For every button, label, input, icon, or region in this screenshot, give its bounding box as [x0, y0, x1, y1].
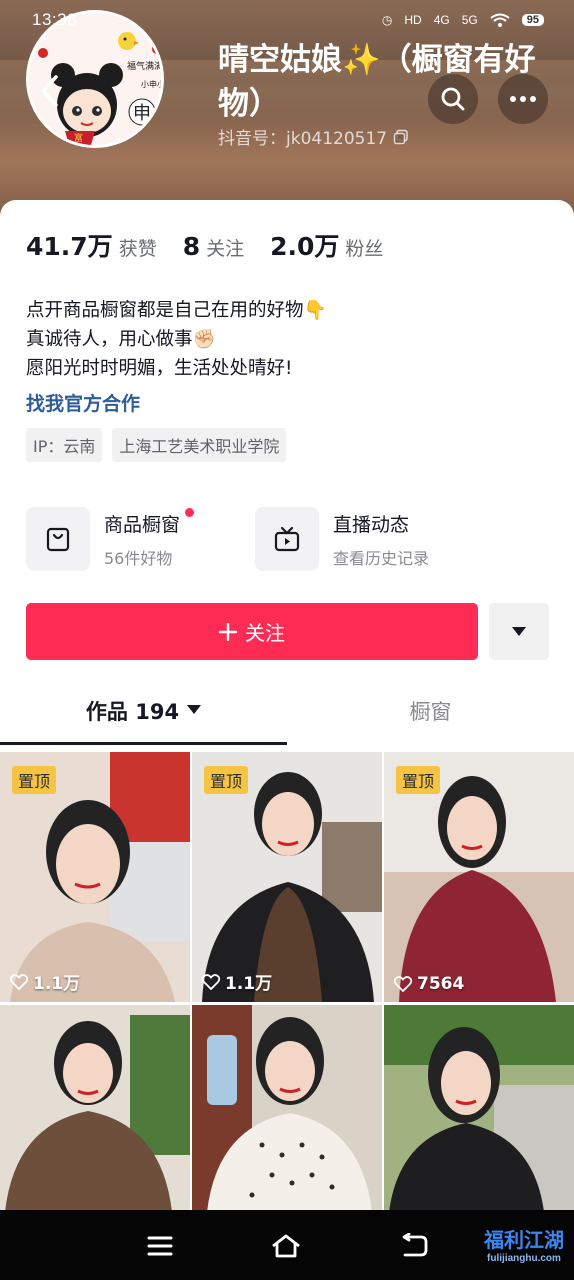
- avatar-caption-text: 福气满满: [127, 60, 161, 72]
- stat-label: 粉丝: [345, 238, 384, 260]
- alarm-icon: ◷: [381, 13, 393, 27]
- recommend-dropdown-button[interactable]: [489, 603, 549, 660]
- douyin-id: 抖音号：jk04120517: [218, 124, 409, 149]
- avatar-caption-text-2: 小申小申: [141, 79, 161, 89]
- stat-label: 获赞: [118, 238, 157, 260]
- feature-subtitle: 56件好物: [104, 548, 173, 568]
- video-tile[interactable]: [0, 1005, 190, 1212]
- stats-row: 41.7万 获赞 8 关注 2.0万 粉丝: [26, 227, 409, 263]
- video-grid: 置顶 1.1万 置顶 1.1万 置顶 7564: [0, 752, 574, 1212]
- heart-icon: [10, 973, 28, 990]
- pinned-badge: 置顶: [396, 766, 441, 794]
- school-tag[interactable]: 上海工艺美术职业学院: [112, 428, 287, 462]
- follow-label: 关注: [245, 621, 285, 645]
- watermark-url: fulijianghu.com: [487, 1253, 561, 1264]
- feature-text: 商品橱窗 56件好物: [104, 507, 195, 569]
- tv-icon: [274, 526, 300, 552]
- stat-following[interactable]: 8 关注: [183, 232, 244, 261]
- wifi-icon: [490, 13, 510, 27]
- active-tab-indicator: [0, 742, 287, 745]
- like-count-text: 1.1万: [33, 974, 81, 994]
- stat-followers[interactable]: 2.0万 粉丝: [270, 227, 383, 263]
- stat-value: 41.7万: [26, 232, 113, 261]
- tab-label: 橱窗: [409, 700, 452, 724]
- like-count-text: 1.1万: [225, 974, 273, 994]
- pinned-badge: 置顶: [204, 766, 249, 794]
- follow-button[interactable]: 关注: [26, 603, 478, 660]
- like-count-text: 7564: [417, 974, 465, 994]
- feature-live-activity[interactable]: 直播动态 查看历史记录: [255, 507, 429, 571]
- feature-shop-window[interactable]: 商品橱窗 56件好物: [26, 507, 195, 571]
- avatar-seal-text: 申: [133, 103, 151, 124]
- feature-title-text: 商品橱窗: [104, 513, 181, 536]
- tab-label: 作品 194: [85, 700, 180, 724]
- feature-title: 商品橱窗: [104, 507, 195, 537]
- bio-line: 真诚待人，用心做事✊🏻: [26, 329, 216, 350]
- system-nav-bar: 福利江湖 fulijianghu.com: [0, 1210, 574, 1280]
- feature-subtitle: 查看历史记录: [333, 548, 430, 568]
- shopping-bag-icon: [46, 527, 70, 552]
- network-hd: HD: [404, 13, 422, 27]
- video-thumbnail: [384, 1005, 574, 1212]
- more-dots-icon: [510, 96, 536, 102]
- like-count: 7564: [394, 974, 464, 994]
- video-tile[interactable]: 置顶 1.1万: [192, 752, 382, 1002]
- status-bar: 13:38 ◷ HD 4G 5G 95: [0, 0, 574, 40]
- menu-nav-button[interactable]: [142, 1228, 178, 1264]
- status-icons: ◷ HD 4G 5G 95: [382, 13, 544, 27]
- like-count: 1.1万: [10, 969, 80, 994]
- menu-icon: [147, 1236, 173, 1256]
- tab-works[interactable]: 作品 194: [0, 696, 287, 748]
- watermark-title: 福利江湖: [484, 1228, 564, 1252]
- home-icon: [272, 1234, 300, 1258]
- notification-dot: [185, 507, 195, 517]
- stat-value: 8: [182, 232, 201, 261]
- stat-likes: 41.7万 获赞: [26, 227, 157, 263]
- search-icon: [441, 87, 465, 111]
- bio: 点开商品橱窗都是自己在用的好物👇 真诚待人，用心做事✊🏻 愿阳光时时明媚，生活处…: [26, 296, 327, 383]
- search-button[interactable]: [428, 74, 478, 124]
- back-nav-button[interactable]: [396, 1228, 432, 1264]
- caret-down-icon: [187, 705, 202, 714]
- official-collab-link[interactable]: 找我官方合作: [26, 389, 140, 416]
- copy-icon[interactable]: [393, 129, 409, 145]
- video-tile[interactable]: 置顶 1.1万: [0, 752, 190, 1002]
- site-watermark: 福利江湖 fulijianghu.com: [484, 1224, 564, 1264]
- feature-text: 直播动态 查看历史记录: [333, 510, 429, 569]
- back-chevron-icon[interactable]: [38, 74, 60, 108]
- like-count: 1.1万: [202, 969, 272, 994]
- tag-row: IP：云南 上海工艺美术职业学院: [26, 428, 287, 462]
- feature-icon-box: [26, 507, 90, 571]
- home-nav-button[interactable]: [268, 1228, 304, 1264]
- video-thumbnail: [192, 1005, 382, 1212]
- caret-down-icon: [512, 627, 526, 636]
- tab-shop-window[interactable]: 橱窗: [287, 696, 574, 748]
- heart-icon: [202, 973, 220, 990]
- stat-label: 关注: [206, 238, 245, 260]
- heart-icon: [394, 976, 412, 992]
- video-tile[interactable]: 置顶 7564: [384, 752, 574, 1002]
- network-5g: 5G: [461, 13, 478, 27]
- video-thumbnail: [0, 1005, 190, 1212]
- feature-title: 直播动态: [333, 513, 410, 536]
- network-4g: 4G: [433, 13, 450, 27]
- more-options-button[interactable]: [498, 74, 548, 124]
- profile-name: 晴空姑娘✨（橱窗有好物）: [218, 42, 536, 122]
- video-tile[interactable]: [384, 1005, 574, 1212]
- content-tabs: 作品 194 橱窗: [0, 696, 574, 748]
- avatar-fan-text: 富: [74, 132, 83, 144]
- feature-icon-box: [255, 507, 319, 571]
- ip-location-tag: IP：云南: [26, 428, 103, 462]
- profile-header: 13:38 ◷ HD 4G 5G 95 申 福气满满 小申 富 晴空姑娘✨（橱窗…: [0, 0, 574, 230]
- stat-value: 2.0万: [270, 232, 340, 261]
- back-arrow-icon: [402, 1233, 428, 1257]
- bio-line: 愿阳光时时明媚，生活处处晴好!: [26, 358, 293, 379]
- battery-indicator: 95: [521, 14, 544, 26]
- douyin-id-text: 抖音号：jk04120517: [218, 129, 388, 149]
- bio-line: 点开商品橱窗都是自己在用的好物👇: [26, 300, 327, 321]
- video-tile[interactable]: [192, 1005, 382, 1212]
- plus-icon: [219, 622, 237, 641]
- pinned-badge: 置顶: [12, 766, 57, 794]
- status-time: 13:38: [32, 10, 78, 29]
